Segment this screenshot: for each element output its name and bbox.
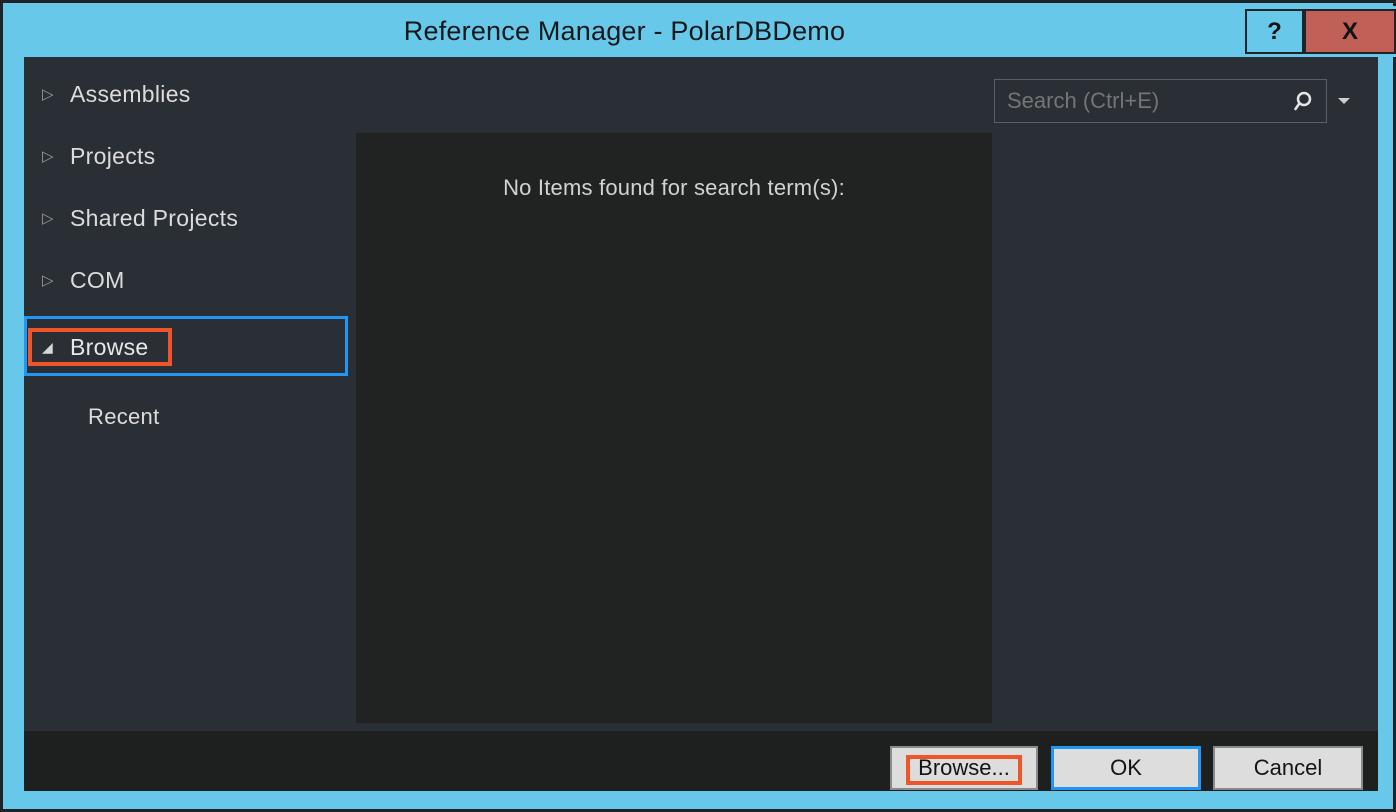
window-title: Reference Manager - PolarDBDemo: [6, 6, 1243, 57]
title-bar: Reference Manager - PolarDBDemo ? X: [6, 6, 1396, 57]
cancel-button[interactable]: Cancel: [1213, 746, 1363, 790]
chevron-right-icon: ▷: [42, 211, 70, 226]
chevron-right-icon: ▷: [42, 273, 70, 288]
sidebar-item-assemblies[interactable]: ▷ Assemblies: [24, 63, 356, 125]
sidebar-item-label: COM: [70, 267, 125, 294]
close-button[interactable]: X: [1304, 9, 1396, 54]
sidebar-item-label: Browse: [70, 334, 149, 361]
sidebar-item-label: Assemblies: [70, 81, 191, 108]
results-list-panel[interactable]: No Items found for search term(s):: [356, 133, 992, 723]
search-box[interactable]: [994, 79, 1327, 123]
sidebar-item-label: Projects: [70, 143, 155, 170]
chevron-down-icon: ◢: [42, 340, 70, 354]
sidebar-item-label: Shared Projects: [70, 205, 238, 232]
chevron-right-icon: ▷: [42, 87, 70, 102]
sidebar-item-recent[interactable]: Recent: [24, 386, 356, 448]
chevron-down-icon: [1338, 98, 1350, 104]
empty-results-message: No Items found for search term(s):: [356, 175, 992, 201]
search-icon[interactable]: [1294, 90, 1318, 114]
search-area: [994, 79, 1356, 123]
sidebar-item-shared-projects[interactable]: ▷ Shared Projects: [24, 187, 356, 249]
sidebar-item-browse[interactable]: ◢ Browse: [24, 316, 356, 378]
ok-button[interactable]: OK: [1051, 746, 1201, 790]
sidebar-item-label: Recent: [88, 404, 160, 430]
category-sidebar: ▷ Assemblies ▷ Projects ▷ Shared Project…: [24, 57, 356, 731]
sidebar-item-com[interactable]: ▷ COM: [24, 249, 356, 311]
dialog-footer: Browse... OK Cancel: [24, 731, 1378, 791]
chevron-right-icon: ▷: [42, 149, 70, 164]
search-input[interactable]: [1007, 80, 1277, 122]
search-dropdown-button[interactable]: [1332, 79, 1356, 123]
sidebar-item-projects[interactable]: ▷ Projects: [24, 125, 356, 187]
browse-button[interactable]: Browse...: [890, 746, 1038, 790]
help-button[interactable]: ?: [1245, 9, 1304, 54]
dialog-body: ▷ Assemblies ▷ Projects ▷ Shared Project…: [24, 57, 1378, 791]
reference-manager-dialog: Reference Manager - PolarDBDemo ? X ▷ As…: [0, 0, 1396, 812]
